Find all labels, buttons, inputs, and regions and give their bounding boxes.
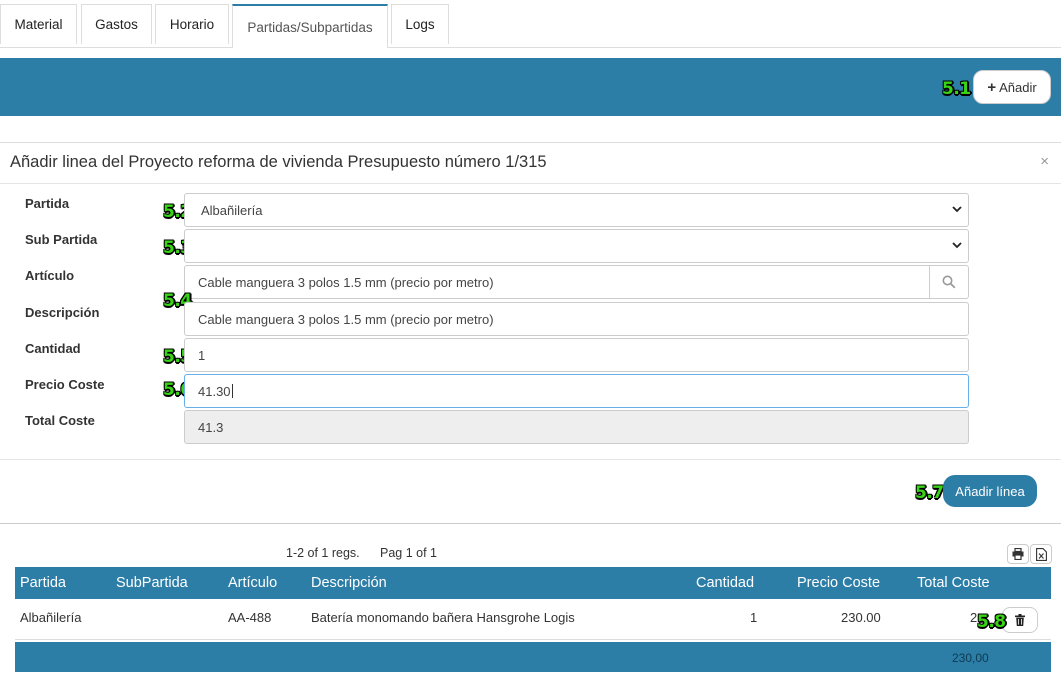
toolbar-band (0, 58, 1061, 116)
cell-descripcion: Batería monomando bañera Hansgrohe Logis (311, 610, 575, 625)
partida-select[interactable]: Albañilería (184, 193, 969, 227)
marker-badge: 5.8 (977, 612, 1006, 632)
total-coste-field: 41.3 (184, 410, 969, 444)
print-button[interactable] (1007, 544, 1029, 564)
footer-total: 230,00 (952, 651, 989, 665)
precio-coste-label: Precio Coste (25, 377, 105, 392)
page-indicator: Pag 1 of 1 (380, 546, 437, 560)
records-count: 1-2 of 1 regs. (286, 546, 360, 560)
partida-label: Partida (25, 196, 70, 211)
descripcion-input[interactable]: Cable manguera 3 polos 1.5 mm (precio po… (184, 302, 969, 336)
tab-label: Partidas/Subpartidas (247, 19, 373, 35)
column-header-descripcion[interactable]: Descripción (311, 575, 387, 591)
cantidad-input[interactable]: 1 (184, 338, 969, 372)
divider (0, 183, 1061, 184)
total-coste-value: 41.3 (198, 419, 224, 435)
tab-gastos[interactable]: Gastos (81, 4, 152, 44)
column-header-precio-coste[interactable]: Precio Coste (797, 575, 880, 591)
precio-coste-input[interactable]: 41.30 (184, 374, 969, 408)
marker-badge: 5.1 (942, 79, 971, 99)
tab-horario[interactable]: Horario (155, 4, 229, 44)
tab-partidas-subpartidas[interactable]: Partidas/Subpartidas (232, 4, 388, 48)
divider (0, 459, 1061, 460)
excel-file-icon (1035, 547, 1047, 561)
trash-icon (1015, 614, 1025, 626)
chevron-down-icon (952, 242, 962, 249)
partida-value: Albañilería (201, 202, 263, 218)
cell-partida: Albañilería (20, 610, 82, 625)
tab-material[interactable]: Material (0, 4, 77, 44)
column-header-total-coste[interactable]: Total Coste (917, 575, 990, 591)
panel-title: Añadir linea del Proyecto reforma de viv… (10, 153, 547, 171)
subpartida-label: Sub Partida (25, 232, 98, 247)
table-footer: 230,00 (15, 642, 1051, 672)
tab-label: Gastos (95, 17, 138, 32)
tab-label: Horario (169, 17, 215, 32)
printer-icon (1012, 548, 1024, 560)
table-header: Partida SubPartida Artículo Descripción … (15, 567, 1051, 599)
articulo-input[interactable]: Cable manguera 3 polos 1.5 mm (precio po… (184, 265, 969, 299)
cantidad-label: Cantidad (25, 341, 81, 356)
plus-icon: + (987, 78, 997, 96)
export-excel-button[interactable] (1030, 544, 1052, 564)
table-row: Albañilería AA-488 Batería monomando bañ… (15, 600, 1051, 640)
add-line-button[interactable]: Añadir línea (943, 475, 1037, 507)
add-button-label: Añadir (999, 79, 1037, 95)
cell-articulo: AA-488 (228, 610, 272, 625)
tab-label: Material (14, 17, 63, 32)
articulo-value: Cable manguera 3 polos 1.5 mm (precio po… (198, 274, 494, 290)
chevron-down-icon (952, 206, 962, 213)
tab-logs[interactable]: Logs (391, 4, 449, 44)
cell-precio-coste: 230.00 (841, 610, 881, 625)
tab-bar: Material Gastos Horario Partidas/Subpart… (0, 0, 1061, 48)
subpartida-select[interactable] (184, 229, 969, 263)
text-caret (231, 384, 233, 398)
close-icon[interactable]: × (1040, 153, 1049, 170)
column-header-subpartida[interactable]: SubPartida (116, 575, 188, 591)
articulo-search-button[interactable] (929, 265, 968, 299)
delete-row-button[interactable] (1002, 607, 1038, 633)
marker-badge: 5.7 (915, 483, 944, 503)
add-button[interactable]: + Añadir (973, 70, 1051, 104)
cell-cantidad: 1 (750, 610, 758, 625)
articulo-label: Artículo (25, 268, 75, 283)
descripcion-label: Descripción (25, 305, 100, 320)
descripcion-value: Cable manguera 3 polos 1.5 mm (precio po… (198, 311, 494, 327)
precio-coste-value: 41.30 (198, 383, 231, 399)
add-line-button-label: Añadir línea (955, 483, 1025, 499)
column-header-partida[interactable]: Partida (20, 575, 66, 591)
tab-label: Logs (405, 17, 435, 32)
search-icon (942, 275, 956, 289)
column-header-articulo[interactable]: Artículo (228, 575, 277, 591)
cantidad-value: 1 (198, 347, 206, 363)
total-coste-label: Total Coste (25, 413, 95, 428)
column-header-cantidad[interactable]: Cantidad (696, 575, 754, 591)
